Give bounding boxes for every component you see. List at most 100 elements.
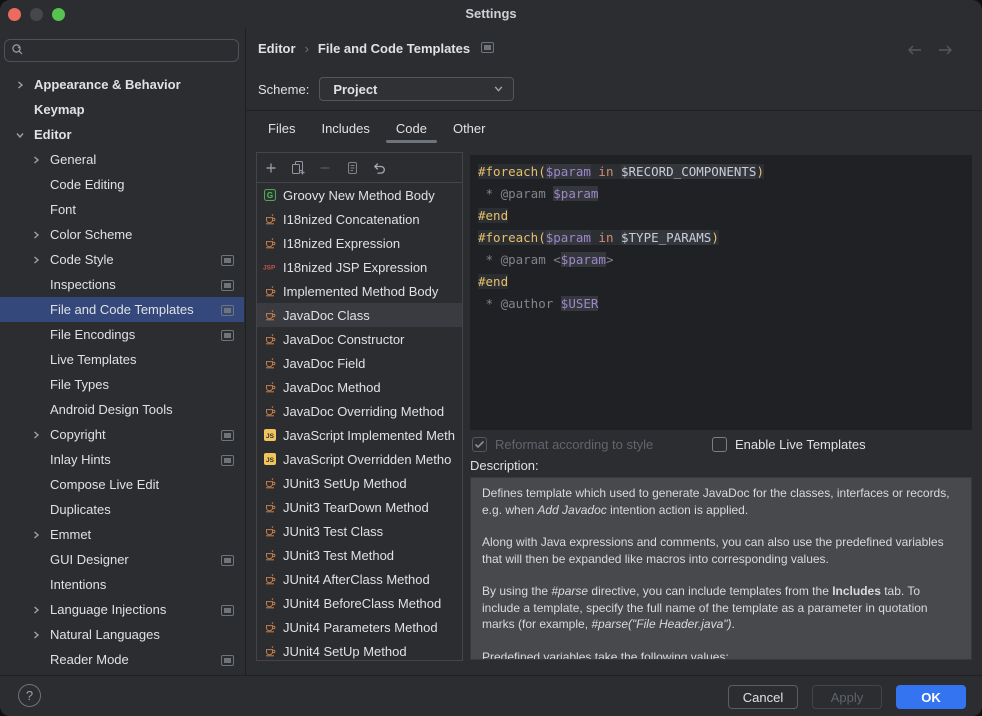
template-item-label: I18nized Concatenation xyxy=(283,212,420,227)
sidebar-item-inlay-hints[interactable]: Inlay Hints xyxy=(0,447,244,472)
template-item[interactable]: Implemented Method Body xyxy=(257,279,462,303)
forward-arrow-icon[interactable] xyxy=(937,44,954,59)
sidebar-item-general[interactable]: General xyxy=(0,147,244,172)
sidebar-item-code-style[interactable]: Code Style xyxy=(0,247,244,272)
reformat-checkbox[interactable] xyxy=(472,437,487,452)
chevron-right-icon[interactable] xyxy=(31,630,41,640)
template-item[interactable]: JSJavaScript Overridden Metho xyxy=(257,447,462,471)
template-item[interactable]: JUnit3 TearDown Method xyxy=(257,495,462,519)
code-line: * @param <$param> xyxy=(478,249,964,271)
sidebar-item-gui-designer[interactable]: GUI Designer xyxy=(0,547,244,572)
template-item[interactable]: JUnit4 AfterClass Method xyxy=(257,567,462,591)
template-item[interactable]: I18nized Expression xyxy=(257,231,462,255)
template-item-label: JavaDoc Constructor xyxy=(283,332,404,347)
chevron-right-icon[interactable] xyxy=(31,155,41,165)
sidebar-item-color-scheme[interactable]: Color Scheme xyxy=(0,222,244,247)
template-item[interactable]: JavaDoc Overriding Method xyxy=(257,399,462,423)
template-item-label: JUnit3 Test Method xyxy=(283,548,394,563)
template-item[interactable]: GGroovy New Method Body xyxy=(257,183,462,207)
sidebar-item-intentions[interactable]: Intentions xyxy=(0,572,244,597)
sidebar-item-compose-live-edit[interactable]: Compose Live Edit xyxy=(0,472,244,497)
sidebar-item-label: Color Scheme xyxy=(50,227,132,242)
sidebar-item-duplicates[interactable]: Duplicates xyxy=(0,497,244,522)
template-item[interactable]: JUnit4 Parameters Method xyxy=(257,615,462,639)
tab-files[interactable]: Files xyxy=(258,117,305,142)
chevron-down-icon[interactable] xyxy=(15,130,25,140)
tab-other[interactable]: Other xyxy=(443,117,496,142)
template-item[interactable]: I18nized Concatenation xyxy=(257,207,462,231)
cancel-button[interactable]: Cancel xyxy=(728,685,798,709)
template-item[interactable]: JUnit3 Test Class xyxy=(257,519,462,543)
sidebar-item-file-and-code-templates[interactable]: File and Code Templates xyxy=(0,297,244,322)
sidebar-item-editor[interactable]: Editor xyxy=(0,122,244,147)
breadcrumb-item[interactable]: Editor xyxy=(258,41,296,56)
java-icon xyxy=(263,597,277,609)
history-nav xyxy=(906,44,954,59)
scheme-dropdown[interactable]: Project xyxy=(319,77,514,101)
template-item[interactable]: JSPI18nized JSP Expression xyxy=(257,255,462,279)
live-templates-label: Enable Live Templates xyxy=(735,437,866,452)
dialog-buttons: Cancel Apply OK xyxy=(728,685,966,709)
chevron-right-icon[interactable] xyxy=(31,230,41,240)
sidebar-item-label: Natural Languages xyxy=(50,627,160,642)
sidebar-item-copyright[interactable]: Copyright xyxy=(0,422,244,447)
chevron-right-icon[interactable] xyxy=(31,430,41,440)
description-paragraph: Along with Java expressions and comments… xyxy=(482,534,960,567)
java-icon xyxy=(263,237,277,249)
copy-icon[interactable] xyxy=(344,160,360,176)
template-item-label: JUnit3 TearDown Method xyxy=(283,500,429,515)
template-editor[interactable]: #foreach($param in $RECORD_COMPONENTS) *… xyxy=(470,155,972,430)
template-item[interactable]: JavaDoc Class xyxy=(257,303,462,327)
add-icon[interactable] xyxy=(263,160,279,176)
sidebar-item-language-injections[interactable]: Language Injections xyxy=(0,597,244,622)
help-button[interactable]: ? xyxy=(18,684,41,707)
back-arrow-icon[interactable] xyxy=(906,44,923,59)
sidebar-item-font[interactable]: Font xyxy=(0,197,244,222)
description-paragraph: Defines template which used to generate … xyxy=(482,485,960,518)
sidebar-item-inspections[interactable]: Inspections xyxy=(0,272,244,297)
breadcrumb-item[interactable]: File and Code Templates xyxy=(318,41,470,56)
scheme-row: Scheme: Project xyxy=(258,77,514,101)
sidebar-item-file-encodings[interactable]: File Encodings xyxy=(0,322,244,347)
template-item[interactable]: JSJavaScript Implemented Meth xyxy=(257,423,462,447)
sidebar-item-keymap[interactable]: Keymap xyxy=(0,97,244,122)
sidebar-item-label: File Encodings xyxy=(50,327,135,342)
ok-button[interactable]: OK xyxy=(896,685,966,709)
breadcrumb-separator: › xyxy=(305,41,309,56)
search-icon xyxy=(11,43,24,59)
revert-icon[interactable] xyxy=(371,160,387,176)
chevron-right-icon[interactable] xyxy=(15,80,25,90)
reformat-option[interactable]: Reformat according to style xyxy=(472,433,653,455)
chevron-right-icon[interactable] xyxy=(31,255,41,265)
tab-includes[interactable]: Includes xyxy=(311,117,379,142)
search-input[interactable] xyxy=(27,43,232,59)
live-templates-checkbox[interactable] xyxy=(712,437,727,452)
chevron-right-icon[interactable] xyxy=(31,605,41,615)
sidebar-item-emmet[interactable]: Emmet xyxy=(0,522,244,547)
list-toolbar xyxy=(257,153,462,183)
sidebar-item-code-editing[interactable]: Code Editing xyxy=(0,172,244,197)
template-item[interactable]: JavaDoc Constructor xyxy=(257,327,462,351)
search-field[interactable] xyxy=(4,39,239,62)
template-item[interactable]: JavaDoc Method xyxy=(257,375,462,399)
duplicate-icon[interactable] xyxy=(290,160,306,176)
template-item[interactable]: JavaDoc Field xyxy=(257,351,462,375)
template-item[interactable]: JUnit4 SetUp Method xyxy=(257,639,462,660)
sidebar-item-natural-languages[interactable]: Natural Languages xyxy=(0,622,244,647)
chevron-right-icon[interactable] xyxy=(31,530,41,540)
sidebar-item-android-design-tools[interactable]: Android Design Tools xyxy=(0,397,244,422)
apply-button[interactable]: Apply xyxy=(812,685,882,709)
template-item[interactable]: JUnit3 Test Method xyxy=(257,543,462,567)
svg-text:G: G xyxy=(267,191,273,200)
template-item-label: JUnit4 SetUp Method xyxy=(283,644,407,659)
template-item[interactable]: JUnit4 BeforeClass Method xyxy=(257,591,462,615)
live-templates-option[interactable]: Enable Live Templates xyxy=(712,433,866,455)
sidebar-item-live-templates[interactable]: Live Templates xyxy=(0,347,244,372)
sidebar-item-reader-mode[interactable]: Reader Mode xyxy=(0,647,244,672)
tab-code[interactable]: Code xyxy=(386,117,437,142)
sidebar-item-file-types[interactable]: File Types xyxy=(0,372,244,397)
screen-icon xyxy=(221,279,234,294)
template-item[interactable]: JUnit3 SetUp Method xyxy=(257,471,462,495)
sidebar-item-appearance-behavior[interactable]: Appearance & Behavior xyxy=(0,72,244,97)
tree-spacer xyxy=(15,105,25,115)
